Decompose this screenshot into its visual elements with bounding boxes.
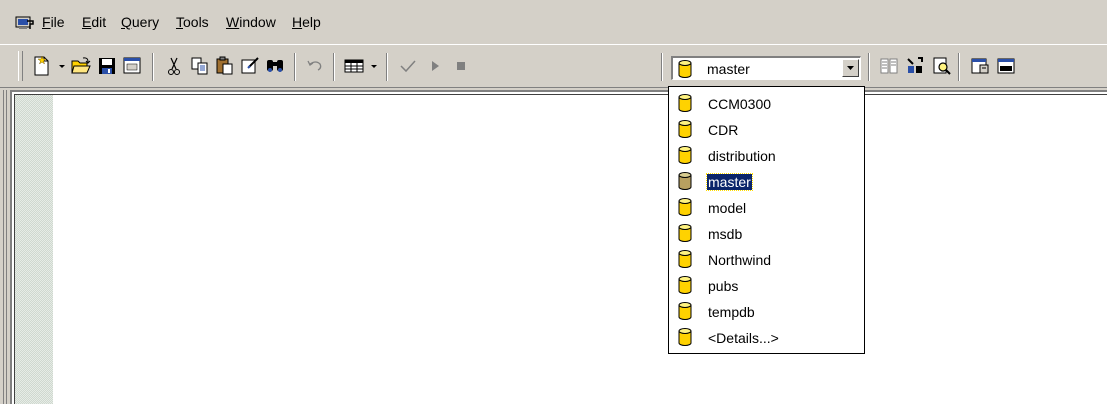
database-icon — [678, 146, 692, 167]
database-icon — [678, 250, 692, 271]
database-icon — [678, 276, 692, 297]
paste-icon[interactable] — [214, 55, 236, 77]
cancel-icon[interactable] — [450, 55, 472, 77]
toolbar-separator — [294, 53, 296, 81]
parse-check-icon[interactable] — [397, 55, 419, 77]
database-combobox[interactable]: master — [671, 56, 861, 80]
execute-icon[interactable] — [424, 55, 446, 77]
toolbar-separator — [958, 53, 960, 81]
toolbar-grip[interactable] — [18, 51, 23, 81]
object-search-icon[interactable] — [904, 55, 926, 77]
execution-plan-icon[interactable] — [931, 55, 953, 77]
database-icon — [678, 172, 692, 193]
database-icon — [678, 198, 692, 219]
cut-icon[interactable] — [163, 55, 185, 77]
database-list-item-label: pubs — [708, 278, 739, 294]
database-icon — [678, 120, 692, 141]
database-icon — [678, 94, 692, 115]
menu-label-rest: elp — [302, 14, 321, 30]
database-list-item[interactable]: master — [672, 169, 860, 195]
database-icon — [678, 60, 692, 81]
toolbar-separator — [152, 53, 154, 81]
load-script-icon[interactable] — [121, 55, 143, 77]
database-list-item-label: msdb — [708, 226, 743, 242]
database-list-item[interactable]: msdb — [672, 221, 860, 247]
menu-label-rest: ile — [50, 14, 65, 30]
database-icon — [678, 224, 692, 245]
database-list-item-label: CCM0300 — [708, 96, 772, 112]
toolbar-separator — [333, 53, 335, 81]
query-analyzer-app-icon[interactable] — [15, 15, 35, 34]
combobox-dropdown-button[interactable] — [842, 59, 859, 77]
menu-edit[interactable]: Edit — [82, 14, 106, 31]
database-list-item[interactable]: Northwind — [672, 247, 860, 273]
database-list-item[interactable]: distribution — [672, 143, 860, 169]
database-list-item-label: <Details...> — [708, 330, 779, 346]
copy-icon[interactable] — [189, 55, 211, 77]
editor-gutter — [15, 95, 53, 404]
find-icon[interactable] — [264, 55, 286, 77]
toolbar-separator — [661, 53, 663, 81]
results-mode-dropdown-arrow[interactable] — [369, 55, 379, 77]
query-editor-inner[interactable] — [14, 94, 1107, 404]
database-list-item[interactable]: CCM0300 — [672, 91, 860, 117]
database-list-item-label: model — [708, 200, 747, 216]
properties-icon[interactable] — [969, 55, 991, 77]
menu-file[interactable]: File — [42, 14, 65, 31]
database-list-item[interactable]: model — [672, 195, 860, 221]
menu-tools[interactable]: Tools — [176, 14, 209, 31]
menu-label-rest: dit — [91, 14, 107, 30]
database-list-item-label: Northwind — [708, 252, 772, 268]
database-combobox-value: master — [707, 61, 750, 77]
new-query-dropdown-arrow[interactable] — [57, 55, 67, 77]
clear-window-icon[interactable] — [239, 55, 261, 77]
database-list-item[interactable]: pubs — [672, 273, 860, 299]
open-icon[interactable] — [70, 55, 92, 77]
toolbar: master — [0, 44, 1107, 88]
database-list-item[interactable]: CDR — [672, 117, 860, 143]
new-query-icon[interactable] — [31, 55, 53, 77]
menu-label-rest: indow — [239, 14, 276, 30]
toolbar-separator — [868, 53, 870, 81]
database-dropdown-list: CCM0300 CDR distribution master model msdb Nor… — [668, 86, 865, 354]
show-results-icon[interactable] — [995, 55, 1017, 77]
database-list-item-label: master — [706, 173, 753, 191]
database-icon — [678, 302, 692, 323]
database-list-item-label: tempdb — [708, 304, 755, 320]
database-list-item[interactable]: tempdb — [672, 299, 860, 325]
database-list-item[interactable]: <Details...> — [672, 325, 860, 351]
results-grid-icon[interactable] — [343, 55, 365, 77]
toolbar-separator — [386, 53, 388, 81]
menu-label-rest: ools — [183, 14, 209, 30]
window-left-frame — [0, 90, 10, 404]
menu-query[interactable]: Query — [121, 14, 159, 31]
save-icon[interactable] — [96, 55, 118, 77]
query-editor[interactable] — [10, 90, 1107, 404]
menu-bar: File Edit Query Tools Window Help — [0, 0, 1107, 42]
chevron-down-icon — [847, 66, 854, 70]
undo-icon[interactable] — [304, 55, 326, 77]
menu-window[interactable]: Window — [226, 14, 276, 31]
menu-label-rest: uery — [131, 14, 160, 30]
menu-help[interactable]: Help — [292, 14, 321, 31]
database-list-item-label: distribution — [708, 148, 776, 164]
database-list-item-label: CDR — [708, 122, 739, 138]
object-browser-icon[interactable] — [878, 55, 900, 77]
database-icon — [678, 328, 692, 349]
